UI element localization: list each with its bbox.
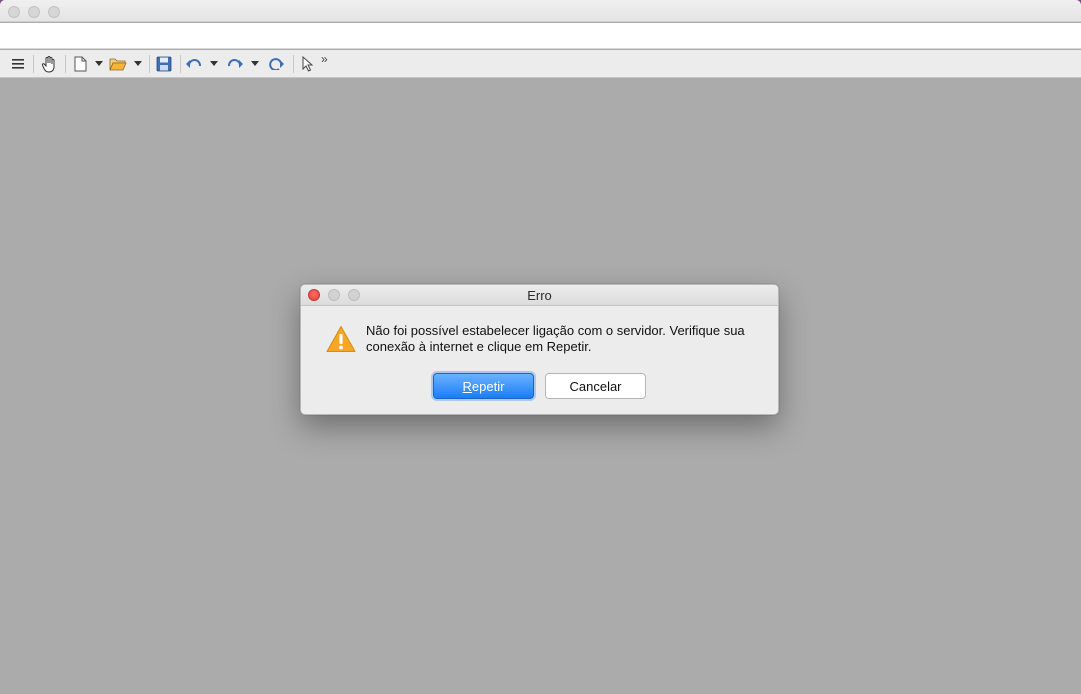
toolbar bbox=[0, 50, 1081, 78]
new-document-icon[interactable] bbox=[72, 54, 88, 74]
redo-dropdown-icon[interactable] bbox=[251, 61, 259, 66]
app-window: » Erro Não foi possível estabelecer liga… bbox=[0, 0, 1081, 694]
pointer-icon[interactable] bbox=[300, 54, 314, 74]
error-message: Não foi possível estabelecer ligação com… bbox=[366, 323, 745, 354]
open-folder-dropdown-icon[interactable] bbox=[134, 61, 142, 66]
open-folder-icon[interactable] bbox=[108, 54, 128, 74]
toolbar-overflow-chevron-icon[interactable]: » bbox=[321, 53, 328, 65]
retry-button-mnemonic: R bbox=[462, 378, 472, 394]
window-minimize-button[interactable] bbox=[28, 6, 40, 18]
save-icon[interactable] bbox=[155, 54, 173, 74]
error-dialog: Erro Não foi possível estabelecer ligaçã… bbox=[300, 284, 779, 415]
warning-icon bbox=[326, 325, 356, 358]
refresh-icon[interactable] bbox=[267, 54, 285, 74]
undo-icon[interactable] bbox=[185, 54, 203, 74]
window-close-button[interactable] bbox=[8, 6, 20, 18]
menu-icon[interactable] bbox=[10, 54, 26, 74]
redo-icon[interactable] bbox=[226, 54, 244, 74]
new-document-dropdown-icon[interactable] bbox=[95, 61, 103, 66]
window-zoom-button[interactable] bbox=[48, 6, 60, 18]
cancel-button[interactable]: Cancelar bbox=[545, 373, 646, 399]
hand-tool-icon[interactable] bbox=[40, 54, 58, 74]
dialog-title: Erro bbox=[527, 288, 552, 303]
empty-header-bar bbox=[0, 23, 1081, 49]
undo-dropdown-icon[interactable] bbox=[210, 61, 218, 66]
retry-button[interactable]: Repetir bbox=[433, 373, 534, 399]
window-titlebar bbox=[0, 0, 1081, 22]
retry-button-label: epetir bbox=[471, 378, 505, 394]
dialog-titlebar: Erro bbox=[301, 285, 778, 306]
